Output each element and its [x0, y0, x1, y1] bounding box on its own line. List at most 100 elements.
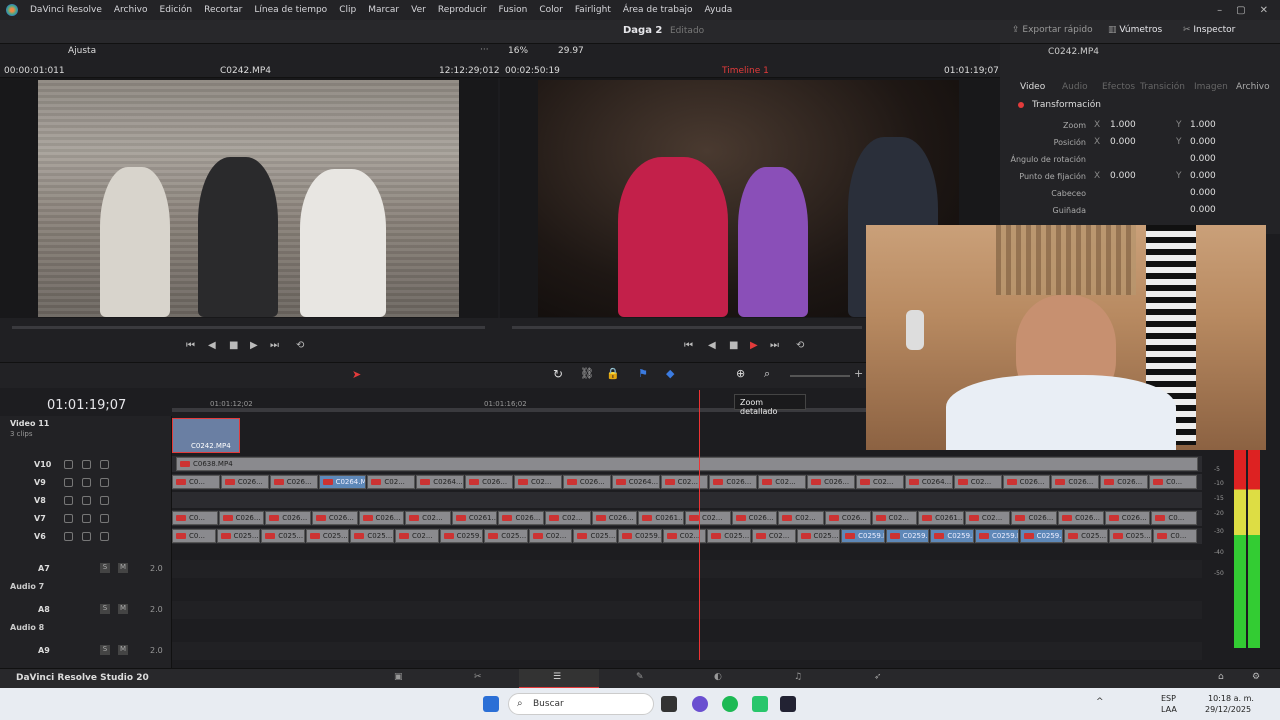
- timeline-scrubber[interactable]: [512, 326, 862, 329]
- track-output-icon[interactable]: [100, 478, 109, 487]
- timeline-clip[interactable]: C026...: [807, 475, 855, 489]
- davinci-taskbar-icon[interactable]: [780, 696, 796, 712]
- track-v6[interactable]: C0... C025... C025... C025... C025... C02... C…: [172, 528, 1202, 544]
- audio-track-a8[interactable]: [172, 601, 1202, 619]
- lock-track-icon[interactable]: [64, 532, 73, 541]
- tab-efectos[interactable]: Efectos: [1102, 82, 1135, 92]
- timeline-clip[interactable]: C0259.M...: [841, 529, 885, 543]
- top-clip[interactable]: C0242.MP4: [172, 418, 240, 453]
- solo-button[interactable]: S: [100, 645, 110, 655]
- track-v8[interactable]: [172, 492, 1202, 508]
- cut-page-icon[interactable]: ✂: [474, 672, 482, 682]
- timeline-clip[interactable]: C025...: [796, 529, 841, 543]
- audio-track-a9[interactable]: [172, 642, 1202, 660]
- snapping-icon[interactable]: ↻: [553, 367, 563, 381]
- timeline-clip[interactable]: C026...: [562, 475, 611, 489]
- auto-select-icon[interactable]: [82, 460, 91, 469]
- deliver-page-icon[interactable]: ➶: [874, 672, 882, 682]
- timeline-clip[interactable]: C0...: [1153, 529, 1197, 543]
- clock-date[interactable]: 29/12/2025: [1205, 705, 1251, 714]
- transform-enabled-dot[interactable]: [1018, 102, 1024, 108]
- track-output-icon[interactable]: [100, 514, 109, 523]
- timeline-clip[interactable]: C026...: [311, 511, 358, 525]
- timeline-clip[interactable]: C0259...: [618, 529, 662, 543]
- whatsapp-icon[interactable]: [752, 696, 768, 712]
- timeline-clip[interactable]: C0261...: [638, 511, 684, 525]
- source-play-reverse-icon[interactable]: ◀: [208, 340, 216, 351]
- clock-time[interactable]: 10:18 a. m.: [1208, 694, 1254, 703]
- timeline-clip[interactable]: C025...: [1108, 529, 1153, 543]
- selection-tool-icon[interactable]: ➤: [352, 368, 361, 381]
- timeline-clip[interactable]: C025...: [305, 529, 350, 543]
- timeline-clip[interactable]: C0...: [172, 475, 220, 489]
- timeline-clip[interactable]: C026...: [824, 511, 871, 525]
- solo-button[interactable]: S: [100, 604, 110, 614]
- timeline-clip[interactable]: C026...: [220, 475, 269, 489]
- search-box[interactable]: ⌕ Buscar: [508, 693, 654, 715]
- timeline-clip[interactable]: C0638.MP4: [176, 457, 1198, 471]
- timeline-clip[interactable]: C02...: [405, 511, 451, 525]
- playhead[interactable]: [699, 390, 700, 660]
- timeline-clip[interactable]: C026...: [465, 475, 513, 489]
- timeline-clip[interactable]: C026...: [591, 511, 638, 525]
- timeline-clip[interactable]: C026...: [1100, 475, 1149, 489]
- menu-edicion[interactable]: Edición: [154, 5, 199, 15]
- timeline-clip[interactable]: C02...: [871, 511, 918, 525]
- fusion-page-icon[interactable]: ✎: [636, 672, 644, 682]
- lock-icon[interactable]: 🔒: [606, 367, 620, 380]
- timeline-clip[interactable]: C0...: [172, 529, 216, 543]
- timeline-clip[interactable]: C02...: [751, 529, 796, 543]
- timeline-clip[interactable]: C02...: [856, 475, 904, 489]
- lang-1[interactable]: ESP: [1161, 694, 1176, 703]
- timeline-play-icon[interactable]: ▶: [750, 340, 758, 351]
- timeline-play-reverse-icon[interactable]: ◀: [708, 340, 716, 351]
- position-x-input[interactable]: 0.000: [1110, 137, 1136, 147]
- track-output-icon[interactable]: [100, 460, 109, 469]
- timeline-clip[interactable]: C02...: [660, 475, 709, 489]
- timeline-last-frame-icon[interactable]: ⏭: [770, 340, 779, 351]
- settings-icon[interactable]: ⚙: [1252, 672, 1260, 682]
- minimize-icon[interactable]: –: [1217, 5, 1222, 16]
- task-view-icon[interactable]: [661, 696, 677, 712]
- lock-track-icon[interactable]: [64, 514, 73, 523]
- timeline-clip[interactable]: C025...: [216, 529, 261, 543]
- timeline-clip[interactable]: C026...: [218, 511, 265, 525]
- tab-archivo[interactable]: Archivo: [1236, 82, 1270, 92]
- timeline-clip[interactable]: C02...: [685, 511, 731, 525]
- track-output-icon[interactable]: [100, 532, 109, 541]
- timeline-name-dropdown[interactable]: Timeline 1: [722, 66, 769, 76]
- mute-button[interactable]: M: [118, 563, 128, 573]
- timeline-clip[interactable]: C026...: [498, 511, 545, 525]
- timeline-clip[interactable]: C0261...: [918, 511, 964, 525]
- source-last-frame-icon[interactable]: ⏭: [270, 340, 279, 351]
- position-y-input[interactable]: 0.000: [1190, 137, 1216, 147]
- timeline-stop-icon[interactable]: ■: [729, 340, 738, 351]
- timeline-clip[interactable]: C026...: [1058, 511, 1104, 525]
- timeline-clip[interactable]: C0259...: [439, 529, 484, 543]
- timeline-clip[interactable]: C0...: [1151, 511, 1197, 525]
- source-loop-icon[interactable]: ⟲: [296, 340, 304, 351]
- menu-ver[interactable]: Ver: [405, 5, 432, 15]
- timeline-clip[interactable]: C0259.M...: [930, 529, 974, 543]
- track-v7[interactable]: C0... C026... C026... C026... C026... C02... C…: [172, 510, 1202, 526]
- timeline-clip[interactable]: C0259.MP4: [1019, 529, 1064, 543]
- auto-select-icon[interactable]: [82, 496, 91, 505]
- timeline-clip[interactable]: C0264...: [416, 475, 465, 489]
- timeline-loop-icon[interactable]: ⟲: [796, 340, 804, 351]
- home-icon[interactable]: ⌂: [1218, 672, 1224, 682]
- timeline-clip[interactable]: C02...: [545, 511, 591, 525]
- zoom-detail-icon[interactable]: ⊕: [736, 367, 745, 380]
- yaw-input[interactable]: 0.000: [1190, 205, 1216, 215]
- zoom-in-icon[interactable]: +: [854, 367, 863, 380]
- timeline-clip[interactable]: C02...: [964, 511, 1011, 525]
- lock-track-icon[interactable]: [64, 460, 73, 469]
- color-page-icon[interactable]: ◐: [714, 672, 722, 682]
- source-stop-icon[interactable]: ■: [229, 340, 238, 351]
- tray-chevron-icon[interactable]: ^: [1096, 697, 1104, 707]
- tab-video[interactable]: Video: [1020, 82, 1045, 92]
- menu-clip[interactable]: Clip: [333, 5, 362, 15]
- meters-button[interactable]: ▥ Vúmetros: [1108, 25, 1162, 35]
- close-icon[interactable]: ✕: [1260, 5, 1268, 16]
- lang-2[interactable]: LAA: [1161, 705, 1177, 714]
- section-transform[interactable]: Transformación: [1032, 100, 1101, 110]
